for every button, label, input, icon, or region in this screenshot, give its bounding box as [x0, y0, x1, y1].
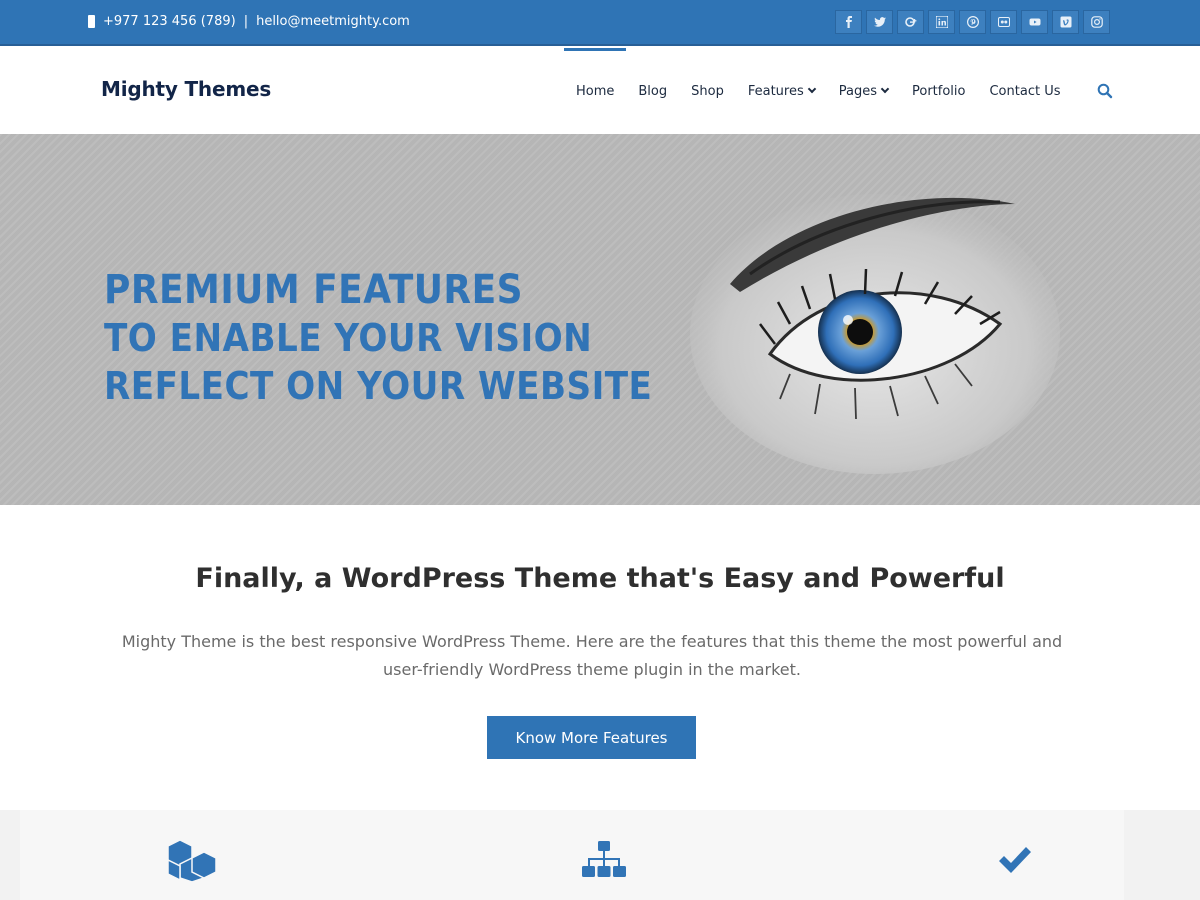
features-panel — [20, 810, 1124, 900]
nav-home[interactable]: Home — [564, 48, 627, 134]
hero-eye-image — [690, 194, 1060, 474]
chevron-down-icon — [807, 84, 816, 94]
nav-contact-label: Contact Us — [989, 83, 1061, 99]
instagram-icon[interactable] — [1083, 10, 1110, 34]
google-plus-icon[interactable] — [897, 10, 924, 34]
nav-portfolio-label: Portfolio — [912, 83, 966, 99]
contact-info: +977 123 456 (789) | hello@meetmighty.co… — [88, 14, 410, 29]
nav-contact-us[interactable]: Contact Us — [977, 48, 1072, 134]
contact-phone[interactable]: +977 123 456 (789) — [103, 14, 236, 29]
nav-home-label: Home — [576, 83, 615, 99]
top-bar: +977 123 456 (789) | hello@meetmighty.co… — [0, 0, 1200, 46]
site-header: Mighty Themes Home Blog Shop Features Pa… — [0, 48, 1200, 134]
intro-title: Finally, a WordPress Theme that's Easy a… — [195, 563, 1005, 594]
sitemap-icon — [582, 841, 626, 877]
nav-features-label: Features — [747, 83, 804, 99]
nav-portfolio[interactable]: Portfolio — [900, 48, 977, 134]
contact-email[interactable]: hello@meetmighty.com — [256, 14, 410, 29]
phone-icon — [88, 15, 95, 28]
hero-line-1: Premium Features — [104, 267, 523, 313]
check-icon — [999, 847, 1031, 873]
hero-heading: Premium Features to enable your vision r… — [104, 266, 713, 410]
social-links — [835, 10, 1110, 34]
hero-banner: Premium Features to enable your vision r… — [0, 134, 1200, 505]
facebook-icon[interactable] — [835, 10, 862, 34]
intro-text: Mighty Theme is the best responsive Word… — [121, 632, 1063, 679]
nav-features[interactable]: Features — [736, 48, 827, 134]
hero-line-3: reflect on your website — [104, 364, 653, 408]
flickr-icon[interactable] — [990, 10, 1017, 34]
site-logo[interactable]: Mighty Themes — [101, 77, 271, 101]
search-icon[interactable] — [1097, 83, 1113, 99]
chevron-down-icon — [880, 84, 890, 94]
cubes-icon — [167, 839, 217, 882]
nav-shop-label: Shop — [691, 83, 724, 99]
pinterest-icon[interactable] — [959, 10, 986, 34]
features-strip — [0, 810, 1200, 900]
nav-pages[interactable]: Pages — [827, 48, 900, 134]
hero-line-2: to enable your vision — [104, 316, 593, 360]
main-nav: Home Blog Shop Features Pages Portfolio … — [564, 48, 1072, 134]
contact-separator: | — [243, 14, 249, 29]
nav-blog-label: Blog — [638, 83, 668, 99]
linkedin-icon[interactable] — [928, 10, 955, 34]
nav-pages-label: Pages — [838, 83, 877, 99]
vimeo-icon[interactable] — [1052, 10, 1079, 34]
nav-shop[interactable]: Shop — [679, 48, 736, 134]
youtube-icon[interactable] — [1021, 10, 1048, 34]
know-more-features-button[interactable]: Know More Features — [487, 716, 696, 759]
nav-blog[interactable]: Blog — [626, 48, 679, 134]
twitter-icon[interactable] — [866, 10, 893, 34]
